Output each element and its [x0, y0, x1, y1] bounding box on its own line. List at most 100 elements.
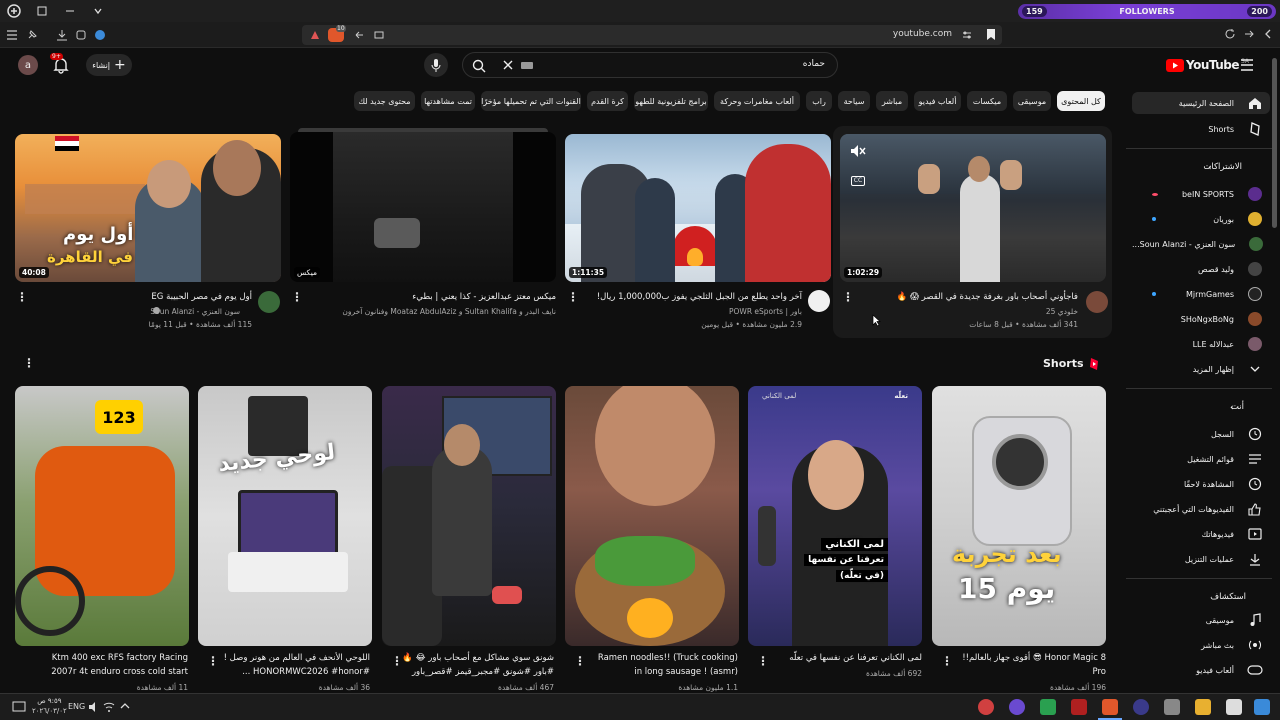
vpn-icon[interactable] — [94, 29, 106, 41]
menu-icon[interactable] — [6, 29, 18, 41]
short-title[interactable]: اللوحي الأنحف في العالم من هونر وصل ! — [224, 653, 370, 663]
page-scrollbar[interactable] — [1272, 58, 1277, 228]
channel-avatar[interactable] — [808, 290, 830, 312]
clock[interactable]: ٩:٥٩ ص ٢٠٢٦/٠٣/٠٢ — [32, 696, 67, 716]
windows-start-icon[interactable] — [1254, 699, 1270, 715]
back-chevron-icon[interactable] — [1262, 28, 1274, 40]
brave-shield-icon[interactable]: 10 — [328, 25, 346, 42]
mix-thumbnail[interactable]: ميكس — [290, 132, 556, 282]
voice-search-button[interactable] — [424, 53, 448, 77]
sidebar-item-downloads[interactable]: عمليات التنزيل — [1132, 548, 1270, 570]
video-menu-icon[interactable]: ⋮ — [567, 290, 579, 304]
app-icon-dark-red[interactable] — [1071, 699, 1087, 715]
xbox-icon[interactable] — [1040, 699, 1056, 715]
mute-icon[interactable] — [850, 144, 866, 158]
channel-avatar[interactable] — [258, 291, 280, 313]
reader-icon[interactable] — [374, 30, 384, 40]
chevron-left-icon[interactable]: ‹ — [1230, 403, 1234, 413]
short-thumbnail[interactable]: بعد تجربة 15 يوم — [932, 386, 1106, 646]
chip-watched[interactable]: تمت مشاهدتها — [421, 91, 475, 111]
short-title[interactable]: Honor Magic 8 😎 أقوى جهاز بالعالم!! — [962, 653, 1106, 663]
video-menu-icon[interactable]: ⋮ — [291, 290, 303, 304]
video-thumbnail[interactable]: 1:11:35 — [565, 134, 831, 282]
store-icon[interactable] — [1226, 699, 1242, 715]
short-title-line2[interactable]: 2007r 4t enduro cross cold start — [51, 667, 188, 677]
channel-name[interactable]: نايف البدر و Sultan Khalifa و Moataz Abd… — [342, 307, 556, 316]
reload-icon[interactable] — [1224, 28, 1236, 40]
short-title[interactable]: Ktm 400 exc RFS factory Racing — [52, 653, 188, 663]
channel-avatar[interactable] — [1086, 291, 1108, 313]
sidebar-sub-bein[interactable]: beIN SPORTS — [1132, 183, 1270, 205]
captions-icon[interactable]: CC — [851, 176, 865, 186]
sidebar-item-your-videos[interactable]: فيديوهاتك — [1132, 523, 1270, 545]
chevron-up-icon[interactable] — [120, 701, 130, 711]
sidebar-item-watch-later[interactable]: المشاهدة لاحقًا — [1132, 473, 1270, 495]
channel-name[interactable]: سون العنزي - Soun Alanzi — [150, 307, 240, 316]
notifications-icon[interactable]: 9+ — [50, 53, 70, 74]
wifi-icon[interactable] — [103, 701, 115, 713]
app-icon-grey[interactable] — [1164, 699, 1180, 715]
chip-video-games[interactable]: ألعاب فيديو — [914, 91, 961, 111]
short-thumbnail[interactable]: تعلّه لمى الكناني لمى الكناني تعرفنا عن … — [748, 386, 922, 646]
file-explorer-icon[interactable] — [1195, 699, 1211, 715]
video-thumbnail[interactable]: CC 1:02:29 — [840, 134, 1106, 282]
language-indicator[interactable]: ENG — [68, 702, 85, 711]
short-menu-icon[interactable]: ⋮ — [391, 654, 403, 668]
chip-travel[interactable]: سياحة — [838, 91, 870, 111]
sidebar-item-gaming[interactable]: ألعاب فيديو — [1132, 659, 1270, 681]
app-icon-blue[interactable] — [1133, 699, 1149, 715]
bookmark-icon[interactable] — [986, 28, 996, 41]
sidebar-item-history[interactable]: السجل — [1132, 423, 1270, 445]
speaker-icon[interactable] — [88, 701, 100, 713]
sidebar-sub-4[interactable]: وليد قصص — [1132, 258, 1270, 280]
short-title[interactable]: لمى الكناني تعرفنا عن نفسها في تعلّه — [789, 653, 922, 663]
sidebar-item-playlists[interactable]: قوائم التشغيل — [1132, 448, 1270, 470]
sidebar-item-music[interactable]: موسيقى — [1132, 609, 1270, 631]
video-menu-icon[interactable]: ⋮ — [842, 290, 854, 304]
short-thumbnail[interactable] — [382, 386, 556, 646]
chip-recently-uploaded[interactable]: القنوات التي تم تحميلها مؤخرًا — [481, 91, 581, 111]
sidebar-item-home[interactable]: الصفحة الرئيسية — [1132, 92, 1270, 114]
site-settings-icon[interactable] — [962, 30, 972, 40]
short-thumbnail[interactable]: 123 — [15, 386, 189, 646]
channel-name[interactable]: خلودي 25 — [1046, 307, 1078, 316]
clear-search-icon[interactable] — [503, 60, 513, 70]
chip-cooking-shows[interactable]: برامج تلفزيونية للطهو — [634, 91, 708, 111]
chip-mixes[interactable]: ميكسات — [967, 91, 1007, 111]
back-arrow-icon[interactable] — [354, 30, 364, 40]
short-thumbnail[interactable]: لوحي جديد — [198, 386, 372, 646]
notification-center-icon[interactable] — [12, 700, 26, 714]
short-menu-icon[interactable]: ⋮ — [757, 654, 769, 668]
short-title-line2[interactable]: #HONORMWC2026 #honor ... — [242, 667, 370, 677]
warning-icon[interactable] — [310, 30, 320, 40]
chip-action-adventure[interactable]: ألعاب مغامرات وحركة — [714, 91, 800, 111]
sidebar-sub-5[interactable]: MjrmGames — [1132, 283, 1270, 305]
search-input[interactable]: حماده — [462, 52, 838, 78]
chip-rap[interactable]: راب — [806, 91, 832, 111]
sidebar-sub-6[interactable]: SHoNgxBoNg — [1132, 308, 1270, 330]
extensions-icon[interactable] — [75, 29, 87, 41]
shorts-menu-icon[interactable]: ⋮ — [23, 356, 35, 370]
create-button[interactable]: إنشاء + — [86, 54, 132, 76]
search-icon[interactable] — [472, 59, 486, 73]
short-title[interactable]: Ramen noodles!! (Truck cooking) — [598, 653, 738, 663]
minimize-window-icon[interactable] — [56, 0, 84, 22]
sidebar-item-shorts[interactable]: Shorts — [1132, 118, 1270, 140]
url-field[interactable]: 10 youtube.com — [302, 25, 1002, 45]
chevron-down-icon[interactable] — [84, 0, 112, 22]
brave-browser-icon[interactable] — [1102, 699, 1118, 715]
chip-all[interactable]: كل المحتوى — [1057, 91, 1105, 111]
sidebar-item-liked[interactable]: الفيديوهات التي أعجبتني — [1132, 498, 1270, 520]
account-avatar[interactable]: a — [18, 55, 38, 75]
video-title[interactable]: فاجأوني أصحاب باور بغرفة جديدة في القصر … — [897, 292, 1078, 302]
chip-football[interactable]: كرة القدم — [587, 91, 628, 111]
chip-live[interactable]: مباشر — [876, 91, 908, 111]
short-title[interactable]: شونق سوي مشاكل مع أصحاب باور 😂 🔥 — [402, 653, 554, 663]
video-title[interactable]: آخر واحد يطلع من الجبل الثلجي يفوز ب1,00… — [597, 292, 802, 302]
forward-arrow-icon[interactable] — [1243, 28, 1255, 40]
chip-music[interactable]: موسيقى — [1013, 91, 1051, 111]
sidebar-sub-2[interactable]: بوريان — [1132, 208, 1270, 230]
short-menu-icon[interactable]: ⋮ — [941, 654, 953, 668]
sidebar-show-more[interactable]: إظهار المزيد — [1132, 358, 1270, 380]
video-menu-icon[interactable]: ⋮ — [16, 290, 28, 304]
